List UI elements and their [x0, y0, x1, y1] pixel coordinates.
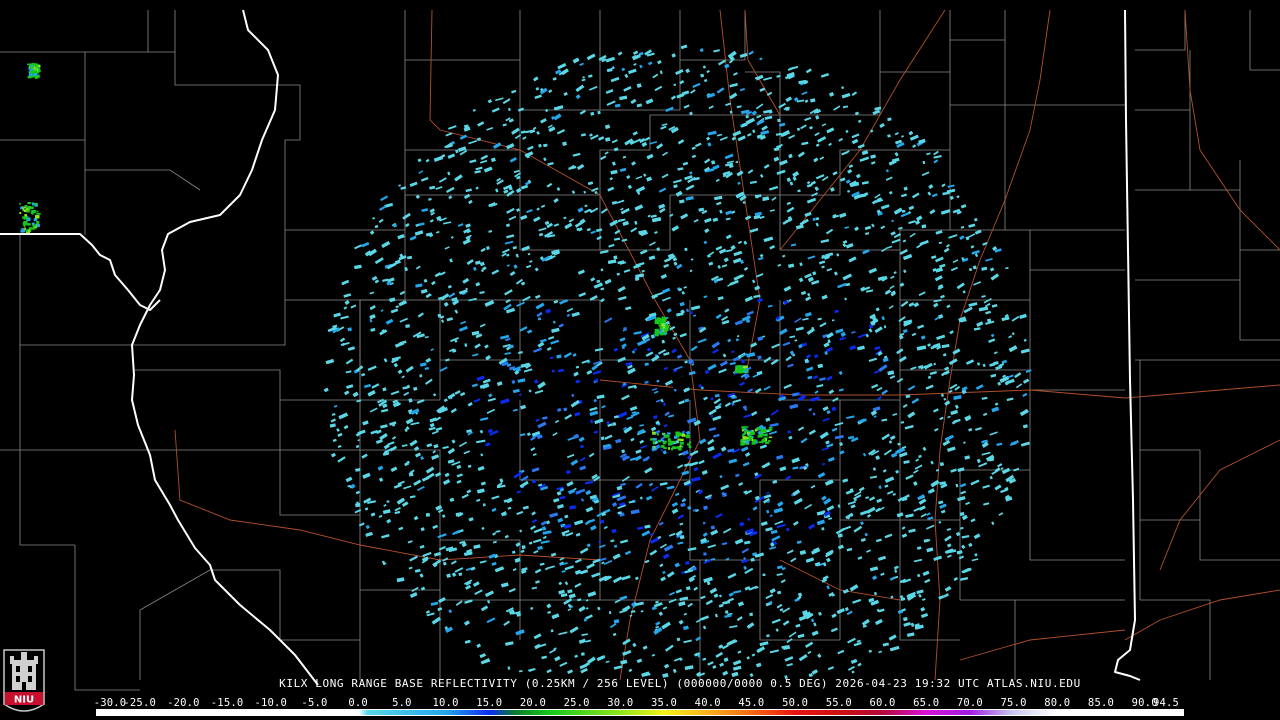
echo-speck	[612, 422, 616, 426]
echo-speck	[597, 110, 601, 115]
echo-speck	[703, 552, 707, 556]
echo-speck	[684, 247, 688, 252]
echo-speck	[521, 545, 526, 549]
echo-speck	[815, 217, 820, 221]
echo-speck	[939, 462, 944, 466]
echo-speck	[725, 610, 729, 614]
echo-speck	[563, 407, 568, 412]
echo-speck	[583, 618, 587, 622]
radar-map	[0, 0, 1280, 720]
echo-speck	[408, 398, 413, 403]
echo-speck	[486, 246, 490, 250]
echo-speck	[613, 255, 618, 260]
echo-speck	[821, 527, 825, 531]
echo-speck	[614, 544, 618, 548]
echo-speck	[710, 525, 715, 530]
echo-speck	[425, 512, 431, 517]
echo-speck	[959, 511, 965, 517]
echo-speck	[785, 106, 790, 111]
echo-speck	[581, 652, 585, 656]
